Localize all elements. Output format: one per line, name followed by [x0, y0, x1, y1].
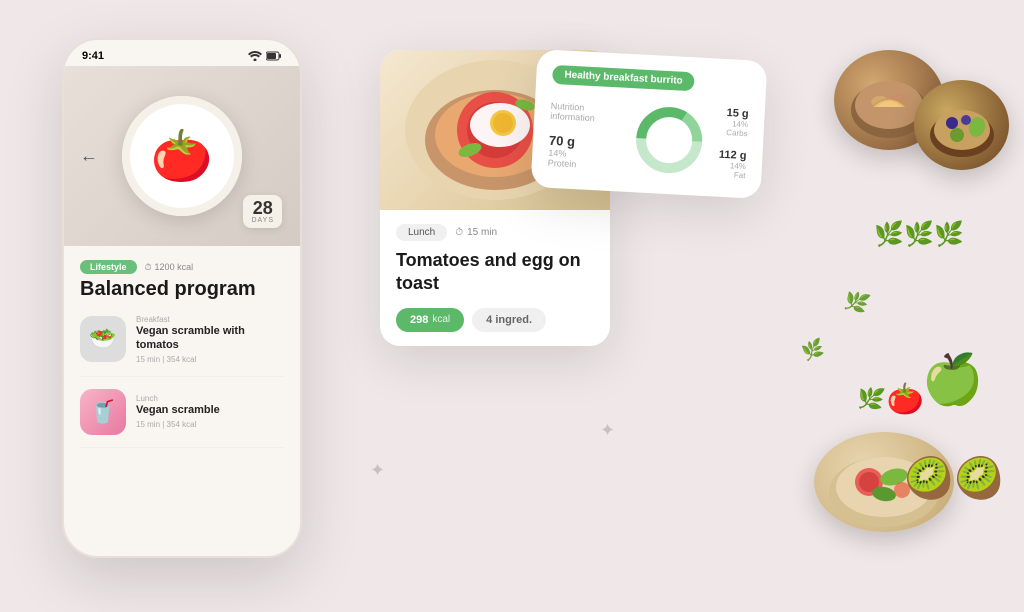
food-bowl-fruit	[914, 80, 1009, 170]
days-label: DAYS	[251, 217, 274, 224]
status-bar: 9:41	[64, 40, 300, 66]
food-leaf-1: 🌿	[841, 286, 873, 318]
meal-details: Lunch Vegan scramble 15 min | 354 kcal	[136, 394, 220, 428]
kcal-meta: ⏱ 1200 kcal	[145, 262, 194, 273]
wifi-icon	[248, 51, 262, 61]
status-icons	[248, 51, 282, 61]
program-title: Balanced program	[80, 278, 284, 301]
protein-stat: 70 g 14% Protein	[548, 132, 620, 171]
meal-category: Breakfast	[136, 315, 284, 324]
phone-content: Lifestyle ⏱ 1200 kcal Balanced program 🥗…	[64, 246, 300, 474]
meal-meta: 15 min | 354 kcal	[136, 420, 220, 429]
food-apple: 🍏	[922, 350, 984, 409]
sparkle-icon: ✦	[600, 420, 615, 441]
kcal-value: 1200 kcal	[155, 262, 194, 272]
ingredients-label: ingred.	[495, 314, 532, 326]
food-leaf-2: 🌿	[799, 337, 826, 363]
kcal-pill: 298 kcal	[396, 308, 464, 332]
meal-name: Vegan scramble with tomatos	[136, 324, 284, 353]
status-time: 9:41	[82, 50, 104, 62]
meal-thumbnail: 🥗	[80, 316, 126, 362]
food-tomato: 🍅	[887, 382, 924, 417]
kcal-unit: kcal	[432, 314, 450, 325]
food-right-section: 🌿🌿🌿 🍏 🥝🥝 🌿 🌿 🌿 🍅	[704, 0, 1024, 612]
ingredients-count: 4	[486, 314, 492, 326]
time-value: 15 min	[467, 227, 497, 238]
lifestyle-tag: Lifestyle	[80, 260, 137, 274]
time-badge: ⏱ 15 min	[455, 227, 497, 238]
clock-icon: ⏱	[145, 262, 152, 273]
fruit-bowl-svg	[922, 85, 1002, 165]
kcal-number: 298	[410, 314, 428, 326]
sparkle-icon: ✦	[370, 460, 385, 481]
clock-icon: ⏱	[455, 227, 463, 238]
days-number: 28	[251, 199, 274, 217]
nutrition-donut-chart	[628, 98, 712, 182]
meal-item[interactable]: 🥤 Lunch Vegan scramble 15 min | 354 kcal	[80, 389, 284, 448]
meal-item[interactable]: 🥗 Breakfast Vegan scramble with tomatos …	[80, 315, 284, 377]
lunch-card-body: Lunch ⏱ 15 min Tomatoes and egg on toast…	[380, 210, 610, 346]
meal-details: Breakfast Vegan scramble with tomatos 15…	[136, 315, 284, 364]
lunch-title: Tomatoes and egg on toast	[396, 249, 594, 296]
meal-meta: 15 min | 354 kcal	[136, 355, 284, 364]
nutrition-subtitle: Nutrition information	[550, 100, 621, 124]
lunch-tag: Lunch	[396, 224, 447, 241]
meal-thumbnail: 🥤	[80, 389, 126, 435]
back-button[interactable]: ←	[80, 146, 98, 167]
days-badge: 28 DAYS	[243, 195, 282, 228]
nutrition-title-badge: Healthy breakfast burrito	[552, 65, 695, 91]
battery-icon	[266, 51, 282, 61]
lunch-tags: Lunch ⏱ 15 min	[396, 224, 594, 241]
hero-plate: 🍅	[122, 96, 242, 216]
ingredients-pill: 4 ingred.	[472, 308, 546, 332]
food-kiwi: 🥝🥝	[904, 455, 1004, 502]
phone-mockup: 9:41 ← 🍅 28 DAYS Lifestyle	[62, 38, 302, 558]
food-leaf-3: 🌿	[855, 384, 887, 414]
meal-name: Vegan scramble	[136, 403, 220, 417]
lunch-stats: 298 kcal 4 ingred.	[396, 308, 594, 332]
phone-hero: ← 🍅 28 DAYS	[64, 66, 300, 246]
food-spinach: 🌿🌿🌿	[874, 220, 964, 249]
meal-category: Lunch	[136, 394, 220, 403]
program-meta: Lifestyle ⏱ 1200 kcal	[80, 260, 284, 274]
